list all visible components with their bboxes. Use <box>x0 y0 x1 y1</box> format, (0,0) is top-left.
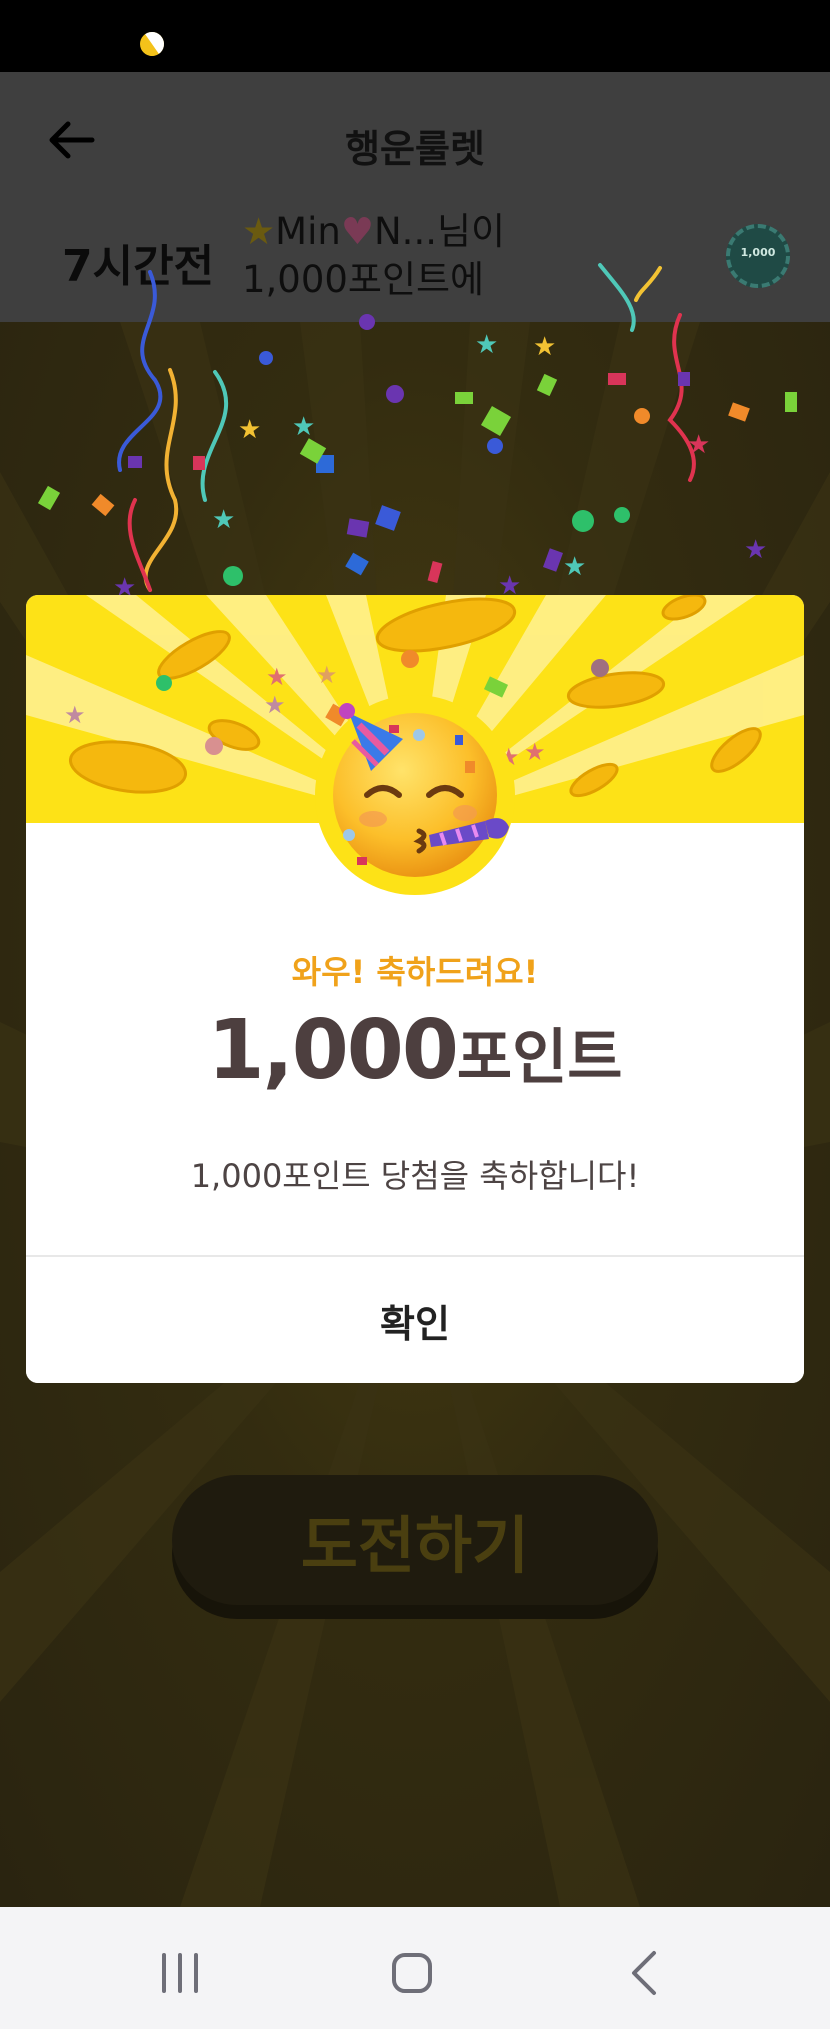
winner-name-suffix: N...님이 <box>374 210 506 253</box>
reward-dialog: ★ ★ ★ ★ ★ ★ 와우! 축하드려요! 1,000포인트 1,000포인트… <box>26 595 804 1383</box>
page-title: 행운룰렛 <box>345 127 485 171</box>
winner-name-part: Min <box>275 210 341 253</box>
congrats-subtitle: 와우! 축하드려요! <box>291 953 539 991</box>
svg-text:★: ★ <box>316 661 338 689</box>
confirm-button[interactable]: 확인 <box>26 1257 804 1383</box>
star-icon: ★ <box>242 210 276 253</box>
svg-text:★: ★ <box>266 663 288 691</box>
recents-icon[interactable] <box>150 1943 210 2003</box>
home-icon[interactable] <box>382 1943 442 2003</box>
winner-time: 7시간전 <box>62 241 215 292</box>
winner-ticker: ★Min♥N...님이 1,000포인트에 <box>242 208 602 304</box>
challenge-button[interactable]: 도전하기 <box>172 1475 658 1605</box>
party-face-emoji-icon <box>315 695 515 895</box>
winner-prize: 1,000포인트에 <box>242 258 485 301</box>
prize-amount-number: 1,000 <box>207 1003 459 1098</box>
prize-amount-unit: 포인트 <box>456 1023 623 1093</box>
svg-text:★: ★ <box>524 738 546 766</box>
points-chip-icon: 1,000 <box>726 224 790 288</box>
prize-description: 1,000포인트 당첨을 축하합니다! <box>190 1157 640 1195</box>
app-notification-icon <box>135 27 169 61</box>
svg-text:★: ★ <box>64 701 86 729</box>
heart-icon: ♥ <box>340 210 374 253</box>
status-bar <box>0 0 830 72</box>
back-icon[interactable] <box>616 1943 676 2003</box>
prize-amount: 1,000포인트 <box>26 1003 804 1098</box>
system-navigation-bar <box>0 1907 830 2029</box>
app-header: 행운룰렛 7시간전 ★Min♥N...님이 1,000포인트에 1,000 <box>0 72 830 322</box>
chip-label: 1,000 <box>740 246 776 259</box>
svg-text:★: ★ <box>264 691 286 719</box>
